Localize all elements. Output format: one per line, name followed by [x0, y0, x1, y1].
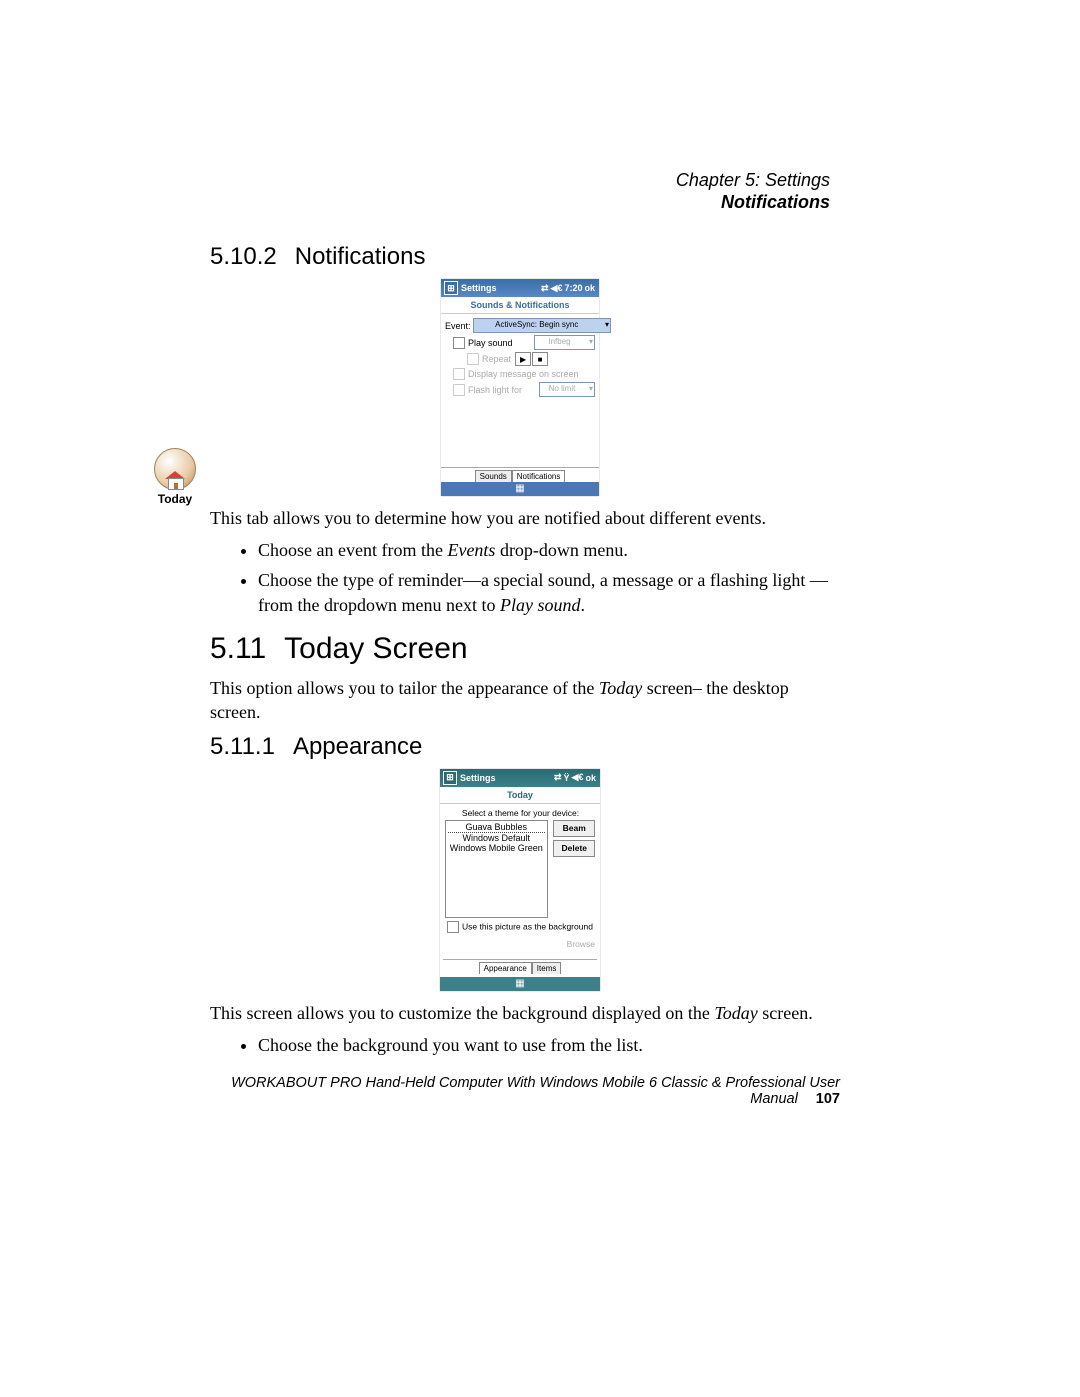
- display-msg-label: Display message on screen: [468, 369, 579, 379]
- start-flag-icon: ⊞: [443, 771, 457, 785]
- event-label: Event:: [445, 321, 471, 331]
- use-picture-checkbox: [447, 921, 459, 933]
- display-msg-checkbox: [453, 368, 465, 380]
- browse-button: Browse: [567, 939, 595, 949]
- theme-item: Windows Mobile Green: [448, 843, 545, 853]
- start-flag-icon: ⊞: [444, 281, 458, 295]
- page-header: Chapter 5: Settings Notifications: [155, 170, 830, 213]
- flash-dropdown: No limit: [539, 382, 595, 397]
- sound-dropdown: Infbeg: [534, 335, 595, 350]
- wifi-icon: Ϋ: [564, 773, 570, 783]
- theme-item: Windows Default: [448, 833, 545, 843]
- para-notifications-intro: This tab allows you to determine how you…: [210, 506, 830, 530]
- notifications-screenshot: ⊞ Settings ⇄ ◀€ 7:20 ok Sounds & Notific…: [441, 279, 599, 496]
- para-today-intro: This option allows you to tailor the app…: [210, 676, 830, 725]
- today-margin-icon: Today: [149, 448, 201, 506]
- sounds-subheader: Sounds & Notifications: [441, 297, 599, 314]
- play-sound-checkbox: [453, 337, 465, 349]
- tab-sounds: Sounds: [475, 470, 512, 482]
- today-subheader: Today: [440, 787, 600, 804]
- beam-button: Beam: [553, 820, 595, 837]
- softkey-bar: ▦: [440, 977, 600, 991]
- tab-appearance: Appearance: [479, 962, 532, 974]
- signal-icon: ⇄: [554, 772, 562, 783]
- appearance-screenshot: ⊞ Settings ⇄ Ϋ ◀€ ok Today Select a them…: [440, 769, 600, 991]
- stop-icon: ■: [532, 352, 548, 366]
- repeat-label: Repeat: [482, 354, 511, 364]
- heading-5-10-2: 5.10.2Notifications: [210, 243, 830, 271]
- page-number: 107: [816, 1091, 840, 1107]
- bullet-choose-event: Choose an event from the Events drop-dow…: [258, 538, 830, 563]
- ok-button: ok: [584, 283, 595, 293]
- repeat-checkbox: [467, 353, 479, 365]
- softkey-bar: ▦: [441, 482, 599, 496]
- header-section: Notifications: [155, 192, 830, 214]
- use-picture-label: Use this picture as the background: [462, 921, 593, 931]
- signal-icon: ⇄: [541, 283, 549, 294]
- tab-items: Items: [532, 962, 562, 974]
- play-icon: ▶: [515, 352, 531, 366]
- theme-item: Guava Bubbles: [448, 822, 545, 833]
- clock: 7:20: [564, 283, 582, 293]
- theme-listbox: Guava Bubbles Windows Default Windows Mo…: [445, 820, 548, 918]
- heading-5-11-1: 5.11.1Appearance: [210, 733, 830, 761]
- window-title: Settings: [461, 283, 497, 293]
- tab-notifications: Notifications: [512, 470, 566, 482]
- heading-5-11: 5.11Today Screen: [210, 632, 830, 666]
- event-dropdown: ActiveSync: Begin sync: [473, 318, 611, 333]
- page-footer: WORKABOUT PRO Hand-Held Computer With Wi…: [150, 1075, 840, 1107]
- bullet-choose-background: Choose the background you want to use fr…: [258, 1033, 830, 1058]
- select-theme-label: Select a theme for your device:: [444, 808, 597, 818]
- volume-icon: ◀€: [551, 283, 563, 294]
- play-sound-label: Play sound: [468, 338, 513, 348]
- flash-label: Flash light for: [468, 385, 522, 395]
- bullet-choose-reminder: Choose the type of reminder—a special so…: [258, 568, 830, 618]
- flash-checkbox: [453, 384, 465, 396]
- window-title: Settings: [460, 773, 496, 783]
- delete-button: Delete: [553, 840, 595, 857]
- volume-icon: ◀€: [572, 772, 584, 783]
- ok-button: ok: [585, 773, 596, 783]
- header-chapter: Chapter 5: Settings: [155, 170, 830, 192]
- para-appearance-intro: This screen allows you to customize the …: [210, 1001, 830, 1025]
